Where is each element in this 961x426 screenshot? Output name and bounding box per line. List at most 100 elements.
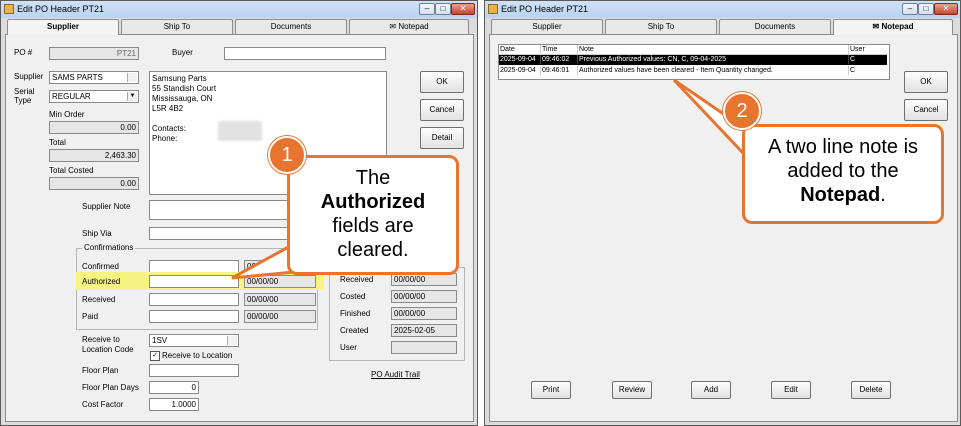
ok-button[interactable]: OK (904, 71, 948, 93)
review-button[interactable]: Review (612, 381, 652, 399)
paid-label: Paid (82, 312, 99, 321)
chevron-down-icon[interactable]: ▼ (127, 92, 137, 101)
finished-label: Finished (340, 309, 371, 318)
tab-notepad-label: Notepad (881, 22, 914, 31)
created-label: Created (340, 326, 369, 335)
tab-strip: Supplier Ship To Documents ✉ Notepad (491, 19, 957, 35)
address-line: Mississauga, ON (152, 94, 213, 103)
ship-via-field[interactable] (149, 227, 299, 240)
app-icon (4, 4, 14, 14)
floor-plan-label: Floor Plan (82, 366, 119, 375)
table-row[interactable]: 2025-09-04 09:46:02 Previous Authorized … (499, 55, 887, 65)
supplier-note-field[interactable] (149, 200, 299, 220)
user-label: User (340, 343, 357, 352)
maximize-icon[interactable]: □ (435, 3, 451, 15)
title-bar[interactable]: Edit PO Header PT21 – □ ✕ (1, 1, 477, 18)
floor-plan-field[interactable] (149, 364, 239, 377)
callout-one: The Authorized fields are cleared. (287, 155, 459, 275)
serial-type-value: REGULAR (52, 92, 91, 101)
callout-two-tail: . (880, 184, 886, 206)
costed-date: 00/00/00 (391, 290, 457, 303)
paid-field[interactable] (149, 310, 239, 323)
edit-button[interactable]: Edit (771, 381, 811, 399)
lookup-icon[interactable] (227, 336, 237, 345)
po-number-field[interactable]: PT21 (49, 47, 139, 60)
tab-ship-to[interactable]: Ship To (605, 19, 717, 34)
callout-two-bold: Notepad (800, 184, 881, 206)
minimize-icon[interactable]: – (419, 3, 435, 15)
detail-button[interactable]: Detail (420, 127, 464, 149)
grid-header-time[interactable]: Time (541, 45, 578, 55)
ok-button[interactable]: OK (420, 71, 464, 93)
window-title: Edit PO Header PT21 (501, 4, 589, 14)
print-button[interactable]: Print (531, 381, 571, 399)
lookup-icon[interactable] (127, 73, 137, 82)
paid-date: 00/00/00 (244, 310, 316, 323)
supplier-field[interactable]: SAMS PARTS (49, 71, 139, 84)
received-label: Received (82, 295, 116, 304)
address-line: Samsung Parts (152, 74, 207, 83)
delete-button[interactable]: Delete (851, 381, 891, 399)
receive-to-label: Receive to Location Code (82, 335, 134, 354)
tab-documents[interactable]: Documents (719, 19, 831, 34)
row-date: 2025-09-04 (499, 66, 541, 75)
close-icon[interactable]: ✕ (451, 3, 475, 15)
envelope-icon: ✉ (872, 22, 880, 31)
tab-documents[interactable]: Documents (235, 19, 347, 34)
tab-notepad[interactable]: ✉ Notepad (349, 19, 469, 34)
receive-to-location-checkbox[interactable]: ✓ (150, 351, 160, 361)
cost-factor-field[interactable]: 1.0000 (149, 398, 199, 411)
grid-header-date[interactable]: Date (499, 45, 541, 55)
po-audit-trail-link[interactable]: PO Audit Trail (371, 370, 420, 379)
total-field: 2,463.30 (49, 149, 139, 162)
close-icon[interactable]: ✕ (934, 3, 958, 15)
callout-one-line4: cleared. (337, 239, 409, 261)
costed-label: Costed (340, 292, 366, 301)
receive-to-location-label: Receive to Location (162, 351, 233, 360)
title-bar[interactable]: Edit PO Header PT21 – □ ✕ (485, 1, 960, 18)
row-user: C (850, 56, 856, 63)
authorized-field[interactable] (149, 275, 239, 288)
address-line: 55 Standish Court (152, 84, 217, 93)
min-order-label: Min Order (49, 110, 85, 119)
serial-type-label: Serial Type (14, 87, 35, 105)
received-field[interactable] (149, 293, 239, 306)
blurred-contact-info (218, 121, 262, 141)
add-button[interactable]: Add (691, 381, 731, 399)
table-row[interactable]: 2025-09-04 09:46:01 Authorized values ha… (499, 66, 887, 76)
floor-plan-days-field[interactable]: 0 (149, 381, 199, 394)
buyer-field[interactable] (224, 47, 386, 60)
callout-two: A two line note is added to the Notepad. (742, 124, 944, 224)
tab-notepad[interactable]: ✉ Notepad (833, 19, 953, 35)
tab-ship-to[interactable]: Ship To (121, 19, 233, 34)
grid-header-user[interactable]: User (849, 45, 887, 55)
callout-one-bold: Authorized (320, 191, 426, 213)
cancel-button[interactable]: Cancel (420, 99, 464, 121)
callout-one-line1: The (355, 167, 391, 189)
tab-notepad-label: Notepad (398, 22, 429, 31)
tab-supplier[interactable]: Supplier (7, 19, 119, 35)
finished-date: 00/00/00 (391, 307, 457, 320)
minimize-icon[interactable]: – (902, 3, 918, 15)
callout-two-badge: 2 (723, 92, 761, 130)
maximize-icon[interactable]: □ (918, 3, 934, 15)
serial-type-select[interactable]: REGULAR ▼ (49, 90, 139, 103)
window-title: Edit PO Header PT21 (17, 4, 105, 14)
row-time: 09:46:01 (541, 66, 578, 75)
notes-grid[interactable]: Date Time Note User 2025-09-04 09:46:02 … (498, 44, 890, 80)
receive-to-location-field[interactable]: 1SV (149, 334, 239, 347)
total-costed-label: Total Costed (49, 166, 94, 175)
grid-header-note[interactable]: Note (578, 45, 849, 55)
received-date: 00/00/00 (244, 293, 316, 306)
callout-one-badge: 1 (268, 136, 306, 174)
supplier-label: Supplier (14, 72, 44, 81)
receive-to-location-value: 1SV (152, 336, 168, 345)
ship-via-label: Ship Via (82, 229, 112, 238)
right-received-label: Received (340, 275, 374, 284)
cancel-button[interactable]: Cancel (904, 99, 948, 121)
callout-two-line2: added to the (787, 160, 899, 182)
envelope-icon: ✉ (389, 22, 397, 31)
authorized-label: Authorized (82, 277, 121, 286)
tab-supplier[interactable]: Supplier (491, 19, 603, 34)
callout-one-line3: fields are (332, 215, 414, 237)
